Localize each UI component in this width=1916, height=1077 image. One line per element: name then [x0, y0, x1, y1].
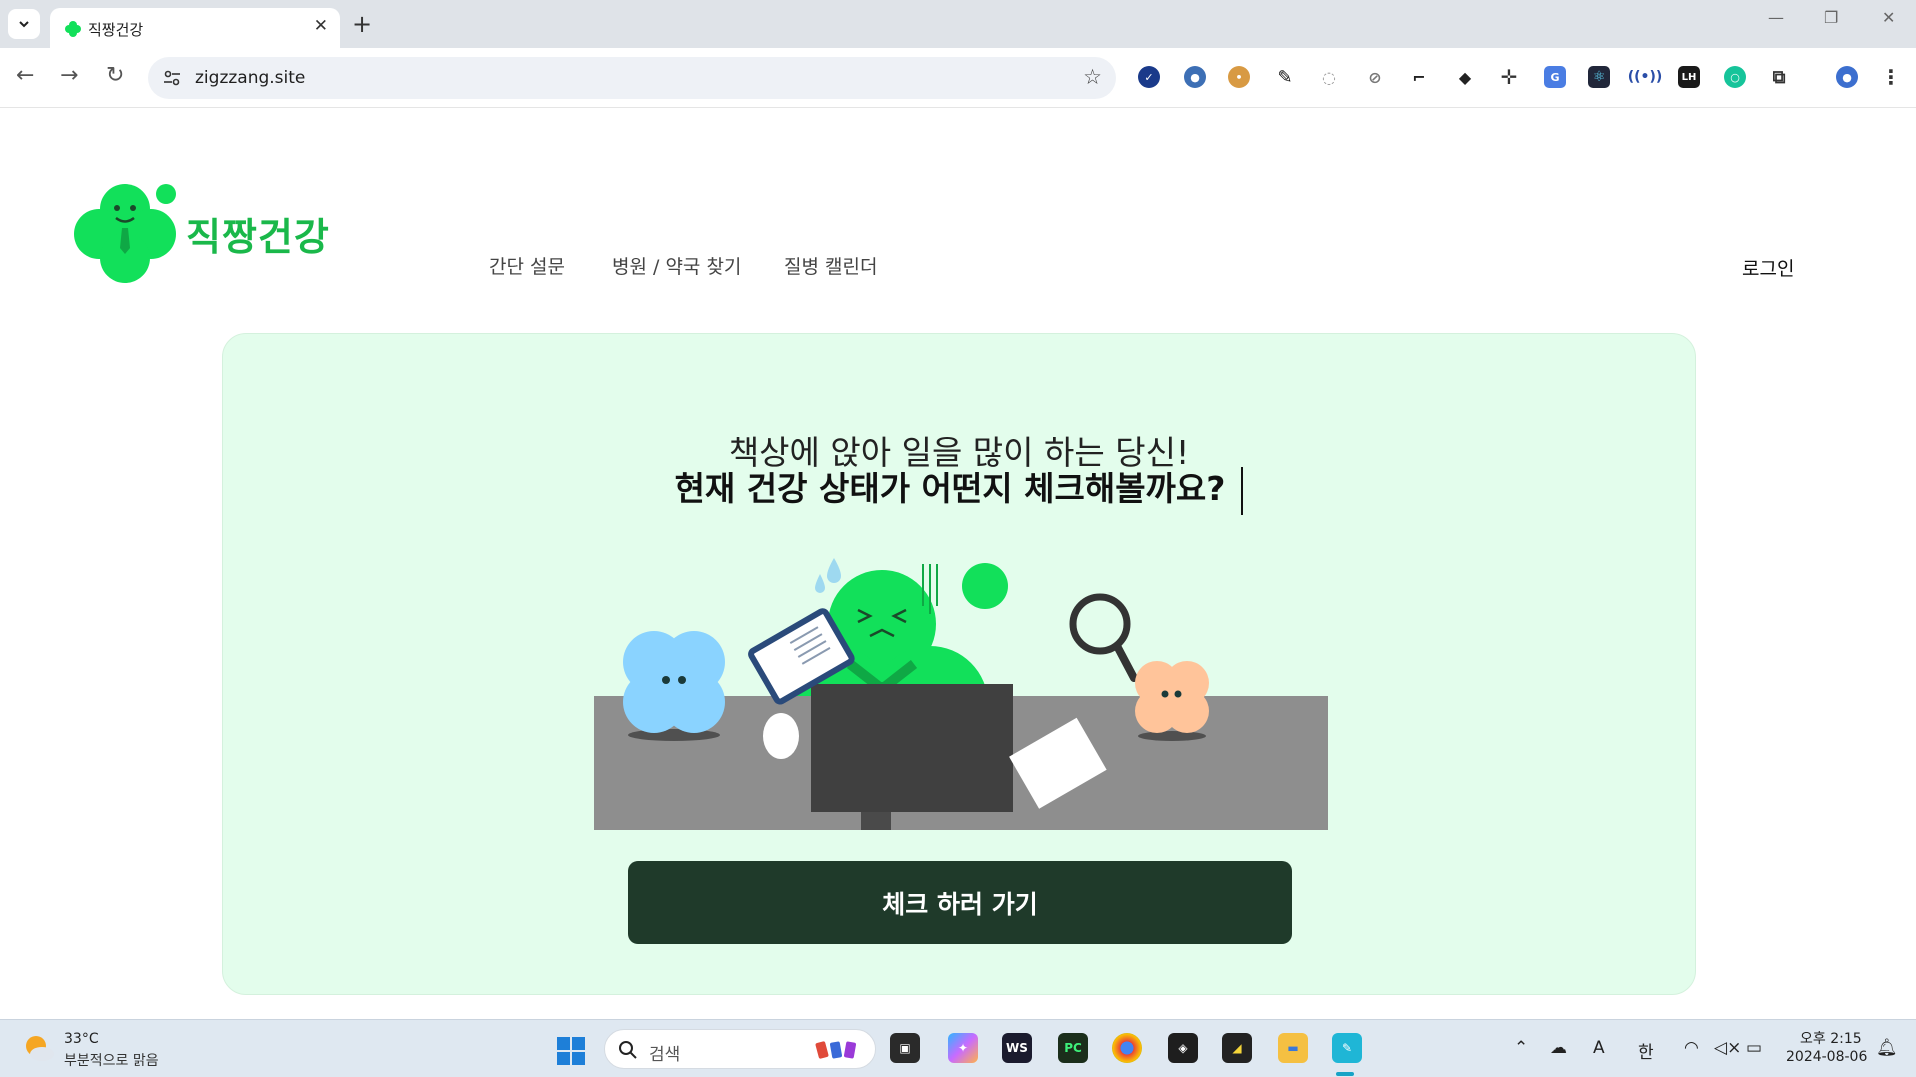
- avatar-icon[interactable]: ●: [1184, 66, 1206, 88]
- sticky-notes-icon[interactable]: ◢: [1222, 1033, 1252, 1063]
- bookmark-star-icon[interactable]: ☆: [1083, 65, 1102, 89]
- back-icon[interactable]: ←: [16, 63, 34, 88]
- nav-hospital-pharmacy[interactable]: 병원 / 약국 찾기: [612, 252, 741, 279]
- tab-close-icon[interactable]: ✕: [314, 16, 328, 36]
- text-caret: [1241, 466, 1244, 515]
- profile-icon[interactable]: ●: [1836, 66, 1858, 88]
- wifi-icon[interactable]: ◠: [1684, 1038, 1699, 1058]
- check-start-button[interactable]: 체크 하러 가기: [628, 861, 1292, 944]
- ruler-icon[interactable]: ⌐: [1408, 66, 1430, 88]
- clock-time[interactable]: 오후 2:15: [1800, 1028, 1862, 1048]
- nav-disease-calendar[interactable]: 질병 캘린더: [784, 252, 877, 279]
- crosshair-icon[interactable]: ✛: [1498, 65, 1520, 89]
- forward-icon[interactable]: →: [60, 63, 78, 88]
- volume-muted-icon[interactable]: ◁×: [1714, 1038, 1741, 1058]
- lh-icon-label: LH: [1681, 71, 1697, 83]
- hero-line-2-text: 현재 건강 상태가 어떤지 체크해볼까요?: [674, 469, 1226, 508]
- react-icon[interactable]: ⚛: [1588, 66, 1610, 88]
- pycharm-icon[interactable]: PC: [1058, 1033, 1088, 1063]
- task-view-icon[interactable]: ▣: [890, 1033, 920, 1063]
- new-tab-icon[interactable]: +: [352, 10, 372, 38]
- tray-chevron-up-icon[interactable]: ⌃: [1514, 1038, 1528, 1058]
- file-explorer-icon[interactable]: ▬: [1278, 1033, 1308, 1063]
- font-indicator[interactable]: A: [1593, 1038, 1605, 1058]
- nav-survey[interactable]: 간단 설문: [489, 252, 565, 279]
- lh-icon[interactable]: LH: [1678, 66, 1700, 88]
- site-info-icon[interactable]: [162, 68, 182, 88]
- tab-search-button[interactable]: [8, 9, 40, 39]
- circle-icon[interactable]: ◌: [1318, 66, 1340, 88]
- browser-tab-active[interactable]: 직짱건강 ✕: [50, 8, 340, 48]
- kebab-menu-icon[interactable]: ⋮: [1880, 65, 1902, 89]
- search-icon: [619, 1041, 637, 1059]
- incognito-icon[interactable]: ◆: [1454, 66, 1476, 88]
- eyedropper-icon[interactable]: ✎: [1274, 66, 1296, 88]
- notification-bell-icon[interactable]: 🔔︎: [1876, 1038, 1898, 1058]
- webstorm-icon[interactable]: WS: [1002, 1033, 1032, 1063]
- copilot-icon[interactable]: ✦: [948, 1033, 978, 1063]
- windows-start-icon[interactable]: [556, 1036, 586, 1066]
- clock-date[interactable]: 2024-08-06: [1786, 1049, 1867, 1065]
- translate-icon[interactable]: G: [1544, 66, 1566, 88]
- pycharm-icon-label: PC: [1064, 1041, 1082, 1055]
- taskbar-search[interactable]: 검색: [604, 1029, 876, 1069]
- puzzle-icon[interactable]: ⧉: [1768, 66, 1790, 88]
- webstorm-icon-label: WS: [1006, 1041, 1028, 1055]
- browser-toolbar: ← → ↻ zigzzang.site ☆ ✓ ● • ✎ ◌ ⊘ ⌐ ◆ ✛ …: [0, 48, 1916, 108]
- notepad-icon[interactable]: ✎: [1332, 1033, 1362, 1063]
- hero-line-2: 현재 건강 상태가 어떤지 체크해볼까요?: [223, 462, 1695, 515]
- onedrive-cloud-icon[interactable]: ☁: [1550, 1038, 1567, 1058]
- chat-icon[interactable]: ○: [1724, 66, 1746, 88]
- restore-icon[interactable]: ❐: [1824, 8, 1838, 27]
- weather-description[interactable]: 부분적으로 맑음: [64, 1050, 159, 1070]
- search-highlight-icon: [815, 1041, 856, 1059]
- active-app-indicator: [1336, 1072, 1354, 1076]
- tab-title: 직짱건강: [88, 21, 144, 39]
- figma-icon[interactable]: ◈: [1168, 1033, 1198, 1063]
- logo-clover-icon[interactable]: [72, 180, 182, 284]
- checkmark-icon[interactable]: ✓: [1138, 66, 1160, 88]
- wave-icon[interactable]: ((•)): [1628, 66, 1663, 88]
- office-worker-illustration: [594, 558, 1328, 830]
- chrome-icon[interactable]: [1112, 1033, 1142, 1063]
- ime-indicator[interactable]: 한: [1638, 1038, 1654, 1063]
- compass-icon[interactable]: ⊘: [1364, 66, 1386, 88]
- windows-taskbar: 33°C 부분적으로 맑음 검색 ▣ ✦ WS PC ◈ ◢ ▬ ✎ ⌃ ☁ A…: [0, 1019, 1916, 1077]
- browser-tab-bar: 직짱건강 ✕ + — ❐ ✕: [0, 0, 1916, 48]
- hero-card: 책상에 앉아 일을 많이 하는 당신! 현재 건강 상태가 어떤지 체크해볼까요…: [222, 333, 1696, 995]
- search-placeholder: 검색: [649, 1045, 681, 1065]
- login-link[interactable]: 로그인: [1742, 254, 1794, 281]
- reload-icon[interactable]: ↻: [106, 63, 124, 88]
- battery-icon[interactable]: ▭: [1746, 1038, 1762, 1058]
- address-bar[interactable]: zigzzang.site ☆: [148, 57, 1116, 99]
- url-text: zigzzang.site: [195, 68, 306, 88]
- clover-favicon-icon: [65, 21, 81, 37]
- close-window-icon[interactable]: ✕: [1882, 8, 1895, 27]
- weather-temperature[interactable]: 33°C: [64, 1031, 99, 1047]
- logo-text[interactable]: 직짱건강: [186, 206, 330, 261]
- chevron-down-icon: [19, 21, 29, 28]
- weather-sun-cloud-icon[interactable]: [22, 1032, 56, 1064]
- cookie-icon[interactable]: •: [1228, 66, 1250, 88]
- minimize-icon[interactable]: —: [1768, 8, 1784, 27]
